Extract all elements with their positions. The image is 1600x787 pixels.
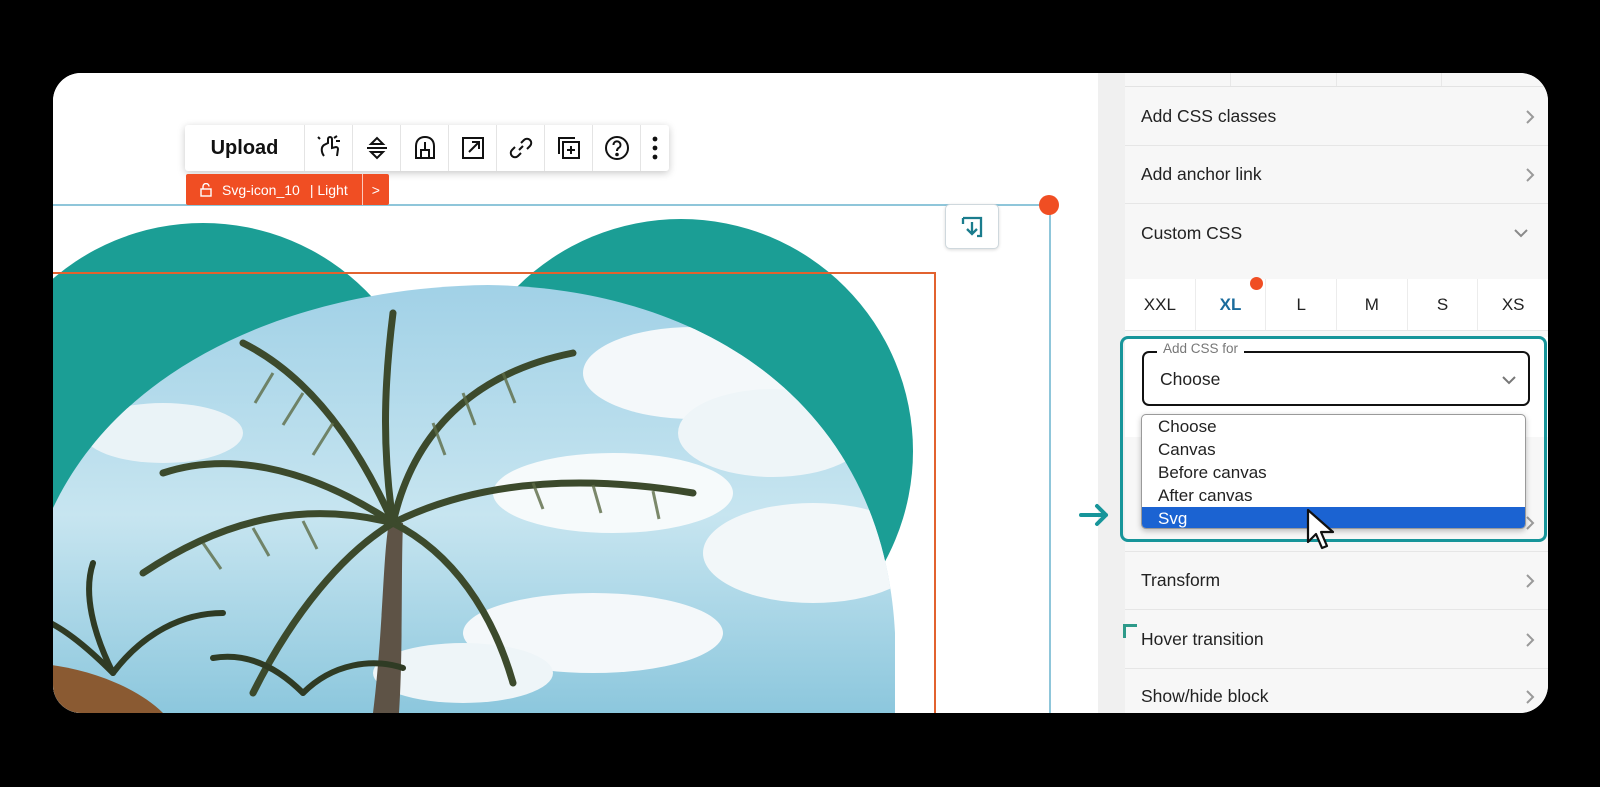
add-anchor-link-label: Add anchor link <box>1141 164 1262 184</box>
option-after-canvas[interactable]: After canvas <box>1142 484 1525 507</box>
duplicate-button[interactable] <box>545 125 593 171</box>
block-outline <box>53 204 1051 713</box>
tab-s[interactable]: S <box>1408 279 1479 330</box>
notification-dot <box>1039 195 1059 215</box>
add-anchor-link-row[interactable]: Add anchor link <box>1125 146 1548 204</box>
align-button[interactable] <box>353 125 401 171</box>
hover-transition-label: Hover transition <box>1141 629 1264 649</box>
tab-xl-label: XL <box>1219 294 1242 314</box>
save-block-button[interactable] <box>945 204 999 249</box>
duplicate-icon <box>557 137 580 159</box>
chevron-right-icon <box>1526 690 1535 704</box>
chevron-right-icon <box>1526 516 1535 530</box>
tab-m[interactable]: M <box>1337 279 1408 330</box>
option-before-canvas[interactable]: Before canvas <box>1142 461 1525 484</box>
block-toolbar: Upload <box>185 125 669 171</box>
canvas-area[interactable]: Upload Svg-icon_10 | Light > <box>53 73 1098 713</box>
show-hide-block-label: Show/hide block <box>1141 686 1269 706</box>
link-icon <box>509 137 532 159</box>
option-choose[interactable]: Choose <box>1142 415 1525 438</box>
editor-card: Upload Svg-icon_10 | Light > Add CSS cla… <box>53 73 1548 713</box>
add-css-classes-row[interactable]: Add CSS classes <box>1125 88 1548 146</box>
block-tag-expand[interactable]: > <box>361 174 389 205</box>
chevron-down-icon <box>1502 376 1516 385</box>
block-name-main[interactable]: Svg-icon_10 | Light <box>186 174 362 205</box>
css-target-value: Choose <box>1160 369 1221 389</box>
css-target-legend: Add CSS for <box>1157 341 1245 356</box>
tab-xl[interactable]: XL <box>1196 277 1267 330</box>
tab-xxl[interactable]: XXL <box>1125 279 1196 330</box>
chevron-right-icon <box>1526 168 1535 182</box>
settings-panel: Add CSS classes Add anchor link Custom C… <box>1125 73 1548 713</box>
block-theme-label: | Light <box>309 181 348 198</box>
more-button[interactable] <box>641 125 669 171</box>
mouse-cursor-icon <box>1306 508 1335 550</box>
layer-icon <box>414 135 435 159</box>
resize-corner-mark <box>1123 624 1137 638</box>
option-canvas[interactable]: Canvas <box>1142 438 1525 461</box>
tab-l[interactable]: L <box>1266 279 1338 330</box>
custom-css-label: Custom CSS <box>1141 222 1243 243</box>
upload-button[interactable]: Upload <box>185 125 305 171</box>
tab-xs[interactable]: XS <box>1478 279 1548 330</box>
custom-css-row[interactable]: Custom CSS <box>1125 204 1548 262</box>
external-link-icon <box>461 137 484 159</box>
modified-dot <box>1250 277 1264 290</box>
transform-label: Transform <box>1141 570 1221 590</box>
chevron-right-icon <box>1526 574 1535 588</box>
download-icon <box>961 216 983 237</box>
panel-top-strip <box>1125 73 1548 87</box>
more-icon <box>652 136 658 160</box>
help-button[interactable] <box>593 125 641 171</box>
chevron-right-icon <box>1526 110 1535 124</box>
panel-gutter <box>1098 73 1125 713</box>
hover-transition-row[interactable]: Hover transition <box>1125 611 1548 669</box>
transform-row[interactable]: Transform <box>1125 552 1548 610</box>
unlock-icon <box>200 182 212 197</box>
external-link-button[interactable] <box>449 125 497 171</box>
css-target-select[interactable]: Add CSS for Choose <box>1142 341 1530 406</box>
add-css-classes-label: Add CSS classes <box>1141 106 1277 126</box>
help-icon <box>604 136 629 160</box>
layer-button[interactable] <box>401 125 449 171</box>
align-icon <box>366 136 387 160</box>
breakpoint-tabs: XXL XL L M S XS <box>1125 277 1548 331</box>
arrow-right-icon <box>1079 504 1108 526</box>
chevron-right-icon <box>1526 633 1535 647</box>
block-name-label: Svg-icon_10 <box>222 181 300 198</box>
show-hide-block-row[interactable]: Show/hide block <box>1125 668 1548 713</box>
block-name-tag[interactable]: Svg-icon_10 | Light > <box>186 174 389 205</box>
interaction-icon <box>316 135 340 157</box>
chevron-down-icon <box>1514 229 1528 238</box>
interaction-button[interactable] <box>305 125 353 171</box>
link-button[interactable] <box>497 125 545 171</box>
